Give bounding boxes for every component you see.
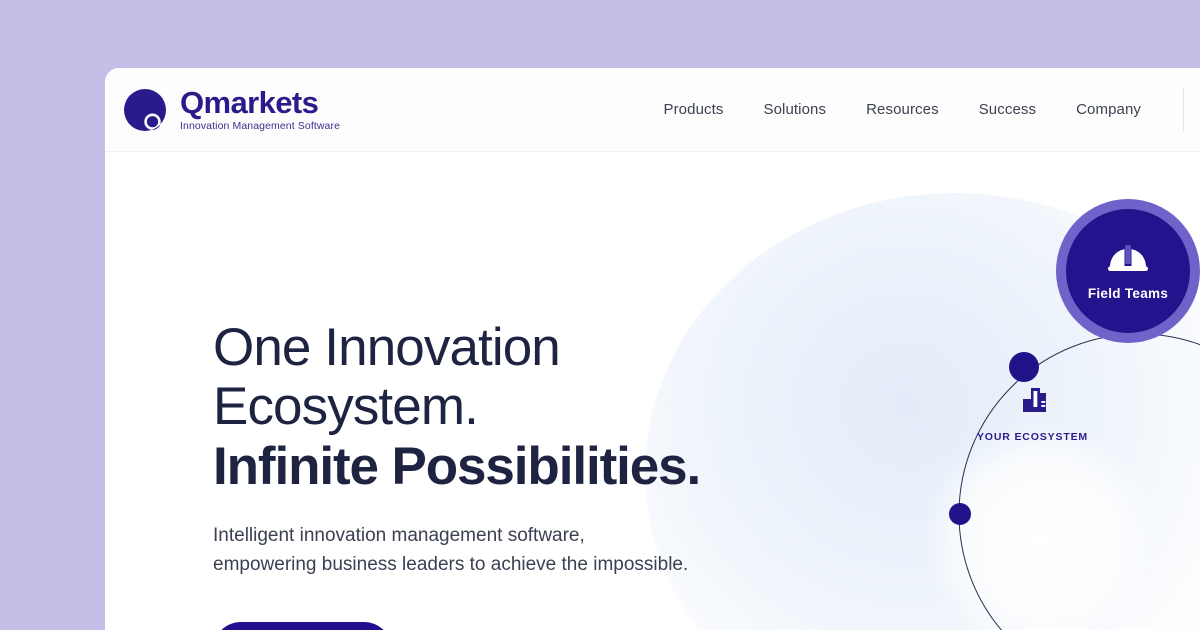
subheading-line-1: Intelligent innovation management softwa… — [213, 525, 585, 547]
hero-subheading: Intelligent innovation management softwa… — [213, 522, 813, 580]
nav-item-company[interactable]: Company — [1056, 93, 1161, 126]
orbit-ring — [958, 333, 1200, 630]
main-navigation: Products Solutions Resources Success Com… — [643, 87, 1200, 132]
nav-item-products[interactable]: Products — [643, 93, 743, 126]
nav-divider — [1183, 87, 1184, 132]
nav-item-solutions[interactable]: Solutions — [743, 93, 846, 126]
headline-line-1: One Innovation — [213, 318, 561, 377]
node-label: Field Teams — [1087, 285, 1169, 301]
hero-background-glow-inner — [925, 423, 1155, 630]
logo-tagline: Innovation Management Software — [180, 119, 341, 132]
orbit-dot-left — [949, 503, 971, 525]
headline-line-3: Infinite Possibilities. — [213, 436, 701, 496]
nav-item-success[interactable]: Success — [959, 93, 1056, 126]
qmarkets-circle-logo-icon — [119, 84, 171, 136]
hero-copy: One Innovation Ecosystem. Infinite Possi… — [213, 318, 813, 630]
building-icon — [975, 381, 1090, 426]
logo-wordmark: Qmarkets — [180, 85, 319, 121]
page-title: One Innovation Ecosystem. Infinite Possi… — [213, 318, 813, 496]
get-a-demo-button[interactable]: Get A Demo — [213, 621, 392, 630]
logo-text: Qmarkets Innovation Management Software — [180, 87, 340, 132]
website-card: Qmarkets Innovation Management Software … — [105, 68, 1200, 630]
headline-line-2: Ecosystem. — [213, 377, 479, 437]
hard-hat-icon — [1106, 242, 1150, 279]
orbit-dot-top-left — [1009, 352, 1039, 382]
nav-item-resources[interactable]: Resources — [846, 93, 959, 126]
ecosystem-core: YOUR ECOSYSTEM — [975, 381, 1090, 443]
cta-row: Get A Demo Watch Video — [213, 621, 813, 630]
node-field-teams[interactable]: Field Teams — [1056, 199, 1200, 343]
node-core: Field Teams — [1066, 209, 1190, 333]
ecosystem-label: YOUR ECOSYSTEM — [976, 431, 1089, 443]
page-root: Qmarkets Innovation Management Software … — [0, 0, 1200, 630]
site-header: Qmarkets Innovation Management Software … — [105, 68, 1200, 152]
subheading-line-2: empowering business leaders to achieve t… — [213, 553, 689, 575]
logo[interactable]: Qmarkets Innovation Management Software — [119, 84, 340, 136]
